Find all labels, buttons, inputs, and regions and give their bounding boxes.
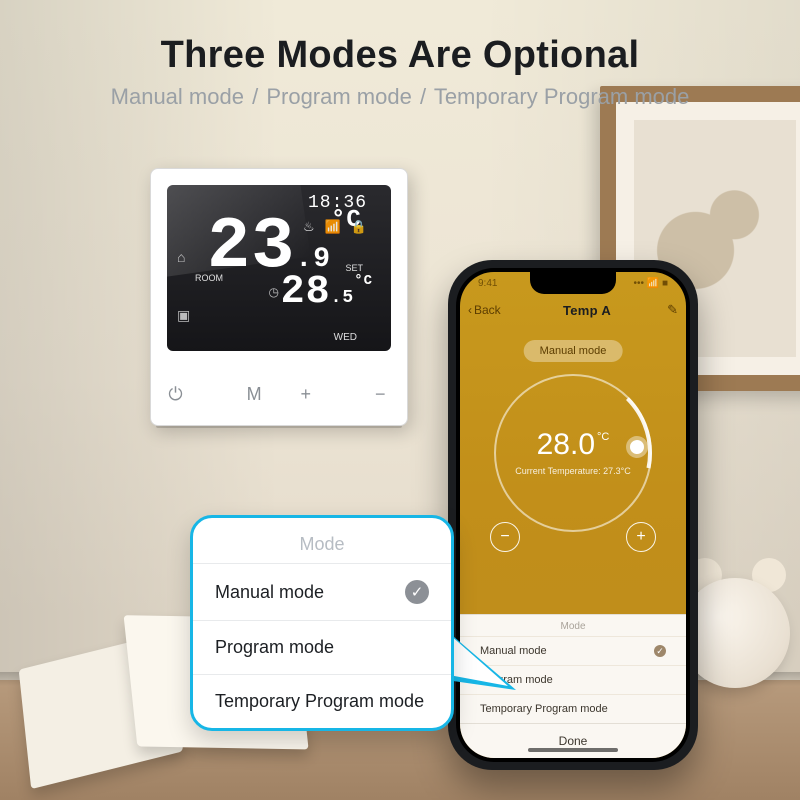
subtitle-mode-2: Program mode (266, 84, 412, 109)
temperature-dial[interactable]: 28.0°C Current Temperature: 27.3°C (494, 374, 652, 532)
weekday: WED (334, 332, 357, 343)
mode-subtitle: Manual mode / Program mode / Temporary P… (0, 84, 800, 110)
mode-callout: Mode Manual mode ✓ Program mode Temporar… (190, 515, 454, 731)
edit-icon[interactable]: ✎ (650, 302, 678, 318)
callout-option-label: Manual mode (215, 582, 324, 603)
check-icon: ✓ (405, 580, 429, 604)
callout-option-label: Temporary Program mode (215, 691, 424, 712)
power-button[interactable]: ⏻ (168, 384, 182, 405)
separator: / (252, 84, 258, 109)
subtitle-mode-3: Temporary Program mode (434, 84, 690, 109)
set-label: SET (345, 263, 363, 273)
heating-icon: ▣ (177, 307, 190, 324)
chevron-left-icon: ‹ (468, 303, 472, 317)
set-temp-int: 28 (281, 270, 331, 315)
wall-thermostat: 18:36 ⌂ ▣ ROOM 23.9°C ♨ 📶 🔒 ◷ SET 28.5°C… (150, 168, 408, 426)
increase-button[interactable]: + (626, 522, 656, 552)
flame-icon: ♨ (303, 219, 315, 235)
temp-down-button[interactable]: − (375, 384, 386, 405)
target-temperature: 28.0°C (494, 428, 652, 462)
set-temp-unit: °C (354, 273, 373, 289)
subtitle-mode-1: Manual mode (111, 84, 244, 109)
mode-chip[interactable]: Manual mode (524, 340, 623, 362)
status-time: 9:41 (478, 278, 497, 296)
set-temperature: 28.5°C (281, 273, 373, 313)
target-temp-value: 28.0 (537, 428, 595, 461)
decrease-button[interactable]: − (490, 522, 520, 552)
callout-option-label: Program mode (215, 637, 334, 658)
target-temp-unit: °C (597, 431, 609, 443)
thermostat-screen: 18:36 ⌂ ▣ ROOM 23.9°C ♨ 📶 🔒 ◷ SET 28.5°C… (167, 185, 391, 351)
wifi-icon: 📶 (325, 219, 341, 235)
headline: Three Modes Are Optional (0, 34, 800, 77)
current-temperature: Current Temperature: 27.3°C (494, 466, 652, 476)
schedule-icon: ◷ (269, 285, 279, 299)
check-icon: ✓ (654, 645, 666, 657)
separator: / (420, 84, 426, 109)
lock-icon: 🔒 (351, 219, 367, 235)
set-temp-dec: .5 (331, 288, 355, 308)
status-indicators: ••• 📶 ■ (633, 278, 668, 296)
status-icon-row: ♨ 📶 🔒 (303, 219, 367, 235)
phone-notch (530, 272, 616, 294)
done-button[interactable]: Done (460, 723, 686, 758)
app-title: Temp A (524, 303, 650, 318)
callout-option-manual[interactable]: Manual mode ✓ (193, 563, 451, 620)
back-button[interactable]: ‹ Back (468, 303, 524, 317)
callout-option-program[interactable]: Program mode (193, 620, 451, 674)
temp-up-button[interactable]: + (300, 384, 311, 405)
home-icon: ⌂ (177, 249, 185, 265)
back-label: Back (474, 303, 501, 317)
current-temp-value: 27.3°C (603, 466, 631, 476)
current-temp-label: Current Temperature: (515, 466, 600, 476)
home-indicator[interactable] (528, 748, 618, 752)
callout-option-temporary[interactable]: Temporary Program mode (193, 674, 451, 728)
callout-title: Mode (193, 518, 451, 563)
product-banner: Three Modes Are Optional Manual mode / P… (0, 0, 800, 800)
mode-button[interactable]: M (247, 384, 262, 405)
